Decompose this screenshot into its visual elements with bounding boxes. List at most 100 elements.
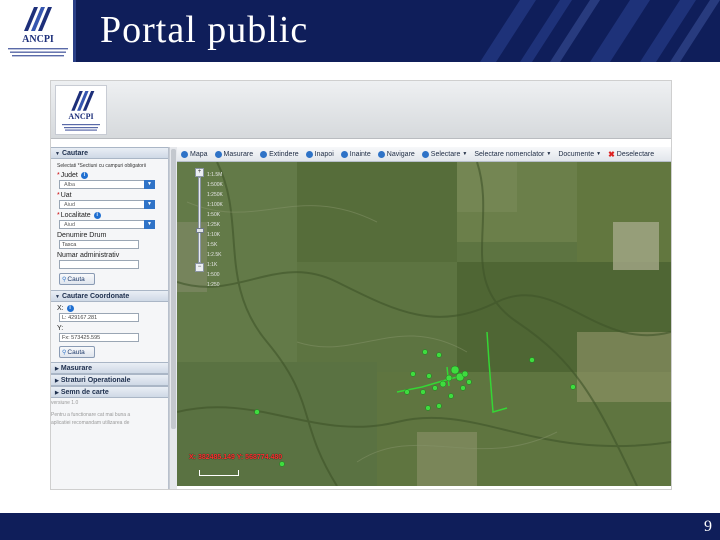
zoom-scale-labels: 1:1.5M 1:500K 1:250K 1:100K 1:50K 1:25K 1:10K 1… [207,170,223,290]
app-logo[interactable]: ANCPI [55,85,107,135]
header-logo: ANCPI [0,0,76,62]
ancpi-logo-icon [71,90,95,111]
nr-admin-label: Numar administrativ [57,252,120,259]
toolbar-item-mapa[interactable]: Mapa [181,150,208,158]
logo-text: ANCPI [22,34,54,45]
search-header[interactable]: ▼ Cautare [51,147,168,159]
portal-screenshot: ANCPI ▼ Cautare Selectati *Sectiuni cu ca… [50,80,672,490]
zoom-level-label[interactable]: 1:250 [207,280,223,290]
zoom-slider-handle[interactable] [196,228,204,233]
zoom-in-button[interactable]: + [195,168,204,177]
toolbar-item-documente[interactable]: Documente ▼ [558,151,601,158]
masurare-header[interactable]: ▶ Masurare [51,362,168,374]
zoom-level-label[interactable]: 1:500 [207,270,223,280]
select-icon [421,150,429,158]
expand-icon: ▶ [55,378,59,384]
browser-note-1: Pentru a functionare cat mai buna a [51,412,131,418]
app-logo-text: ANCPI [68,112,94,121]
expand-icon: ▶ [55,366,59,372]
browser-note-2: aplicatiei recomandam utilizarea de [51,420,130,426]
info-icon[interactable]: i [93,212,101,219]
chevron-down-icon[interactable]: ▼ [144,180,155,189]
semn-header[interactable]: ▶ Semn de carte [51,386,168,398]
x-label: X: i [51,302,168,312]
measure-icon [214,150,222,158]
satellite-imagery [177,162,671,486]
chevron-down-icon[interactable]: ▼ [144,200,155,209]
toolbar-item-deselectare[interactable]: ✖ Deselectare [608,149,654,159]
app-logo-fine-print [62,124,100,131]
search-icon: ⚲ [62,277,67,283]
info-icon[interactable]: i [66,305,74,312]
zoom-level-label[interactable]: 1:25K [207,220,223,230]
search-panel: ▼ Cautare Selectati *Sectiuni cu campuri … [51,147,169,489]
zoom-slider[interactable] [196,177,204,263]
y-label: Y: [57,325,64,332]
zoom-level-label[interactable]: 1:50K [207,210,223,220]
scrollbar-thumb[interactable] [171,149,176,429]
drum-label: Denumire Drum [57,232,107,239]
zoom-level-label[interactable]: 1:500K [207,180,223,190]
zoom-level-label[interactable]: 1:100K [207,200,223,210]
judet-select[interactable]: Alba ▼ [59,180,155,189]
toolbar-item-extindere[interactable]: Extindere [260,150,299,158]
info-icon[interactable]: i [80,172,88,179]
zoom-control[interactable]: + − [195,168,204,278]
collapse-icon: ▼ [55,294,60,300]
judet-label: * Judet i [51,169,168,179]
app-banner: ANCPI [51,81,671,139]
uat-label: * Uat [57,192,72,199]
zoom-level-label[interactable]: 1:250K [207,190,223,200]
expand-icon: ▶ [55,390,59,396]
zoom-level-label[interactable]: 1:2.5K [207,250,223,260]
y-input[interactable]: Fx: 573425.595 [59,333,139,342]
straturi-header[interactable]: ▶ Straturi Operationale [51,374,168,386]
zoom-level-label[interactable]: 1:1K [207,260,223,270]
scale-bar [199,470,239,476]
coord-search-button[interactable]: ⚲Cauta [59,346,95,358]
clear-selection-icon: ✖ [608,149,615,159]
toolbar-item-inapoi[interactable]: Inapoi [305,150,334,158]
map-view[interactable]: + − 1:1.5M 1:500K 1:250K 1:100K 1:50K 1:25K 1:… [177,162,671,486]
toolbar-item-selectare[interactable]: Selectare ▼ [421,150,468,158]
map-icon [181,150,188,158]
localitate-label: * Localitate i [51,209,168,219]
chevron-down-icon: ▼ [596,151,602,157]
localitate-select[interactable]: Aiud ▼ [59,220,155,229]
chevron-down-icon[interactable]: ▼ [144,220,155,229]
forward-icon [340,150,348,158]
chevron-down-icon: ▼ [546,151,552,157]
collapse-icon: ▼ [55,151,60,157]
header-decoration [480,0,720,62]
nr-admin-input[interactable] [59,260,139,269]
drum-input[interactable]: Tasca [59,240,139,249]
search-button[interactable]: ⚲Cauta [59,273,95,285]
panel-scrollbar[interactable] [169,147,177,489]
back-icon [305,150,313,158]
extent-icon [260,150,268,158]
toolbar-item-masurare[interactable]: Masurare [214,150,253,158]
zoom-level-label[interactable]: 1:5K [207,240,223,250]
coord-header[interactable]: ▼ Cautare Coordonate [51,290,168,302]
x-input[interactable]: L: 429167.281 [59,313,139,322]
logo-fine-print [8,48,68,57]
required-hint: Selectati *Sectiuni cu campuri obligator… [57,163,146,169]
uat-select[interactable]: Aiud ▼ [59,200,155,209]
slide-title: Portal public [100,9,309,51]
coordinate-readout: X: 382485.149 Y: 568774.480 [189,454,283,461]
version-text: versiune 1.0 [51,400,79,406]
navigate-icon [377,150,385,158]
toolbar-item-selectare-nomenclator[interactable]: Selectare nomenclator ▼ [474,151,551,158]
page-number: 9 [704,518,712,535]
zoom-level-label[interactable]: 1:10K [207,230,223,240]
zoom-level-label[interactable]: 1:1.5M [207,170,223,180]
map-toolbar: Mapa Masurare Extindere Inapoi Inainte Naviga… [177,147,671,162]
slide-header: ANCPI Portal public [0,0,720,62]
toolbar-item-navigare[interactable]: Navigare [377,150,415,158]
toolbar-item-inainte[interactable]: Inainte [340,150,371,158]
zoom-out-button[interactable]: − [195,263,204,272]
chevron-down-icon: ▼ [462,151,468,157]
ancpi-logo-icon [24,7,52,31]
search-icon: ⚲ [62,350,67,356]
slide-footer: 9 [0,513,720,540]
